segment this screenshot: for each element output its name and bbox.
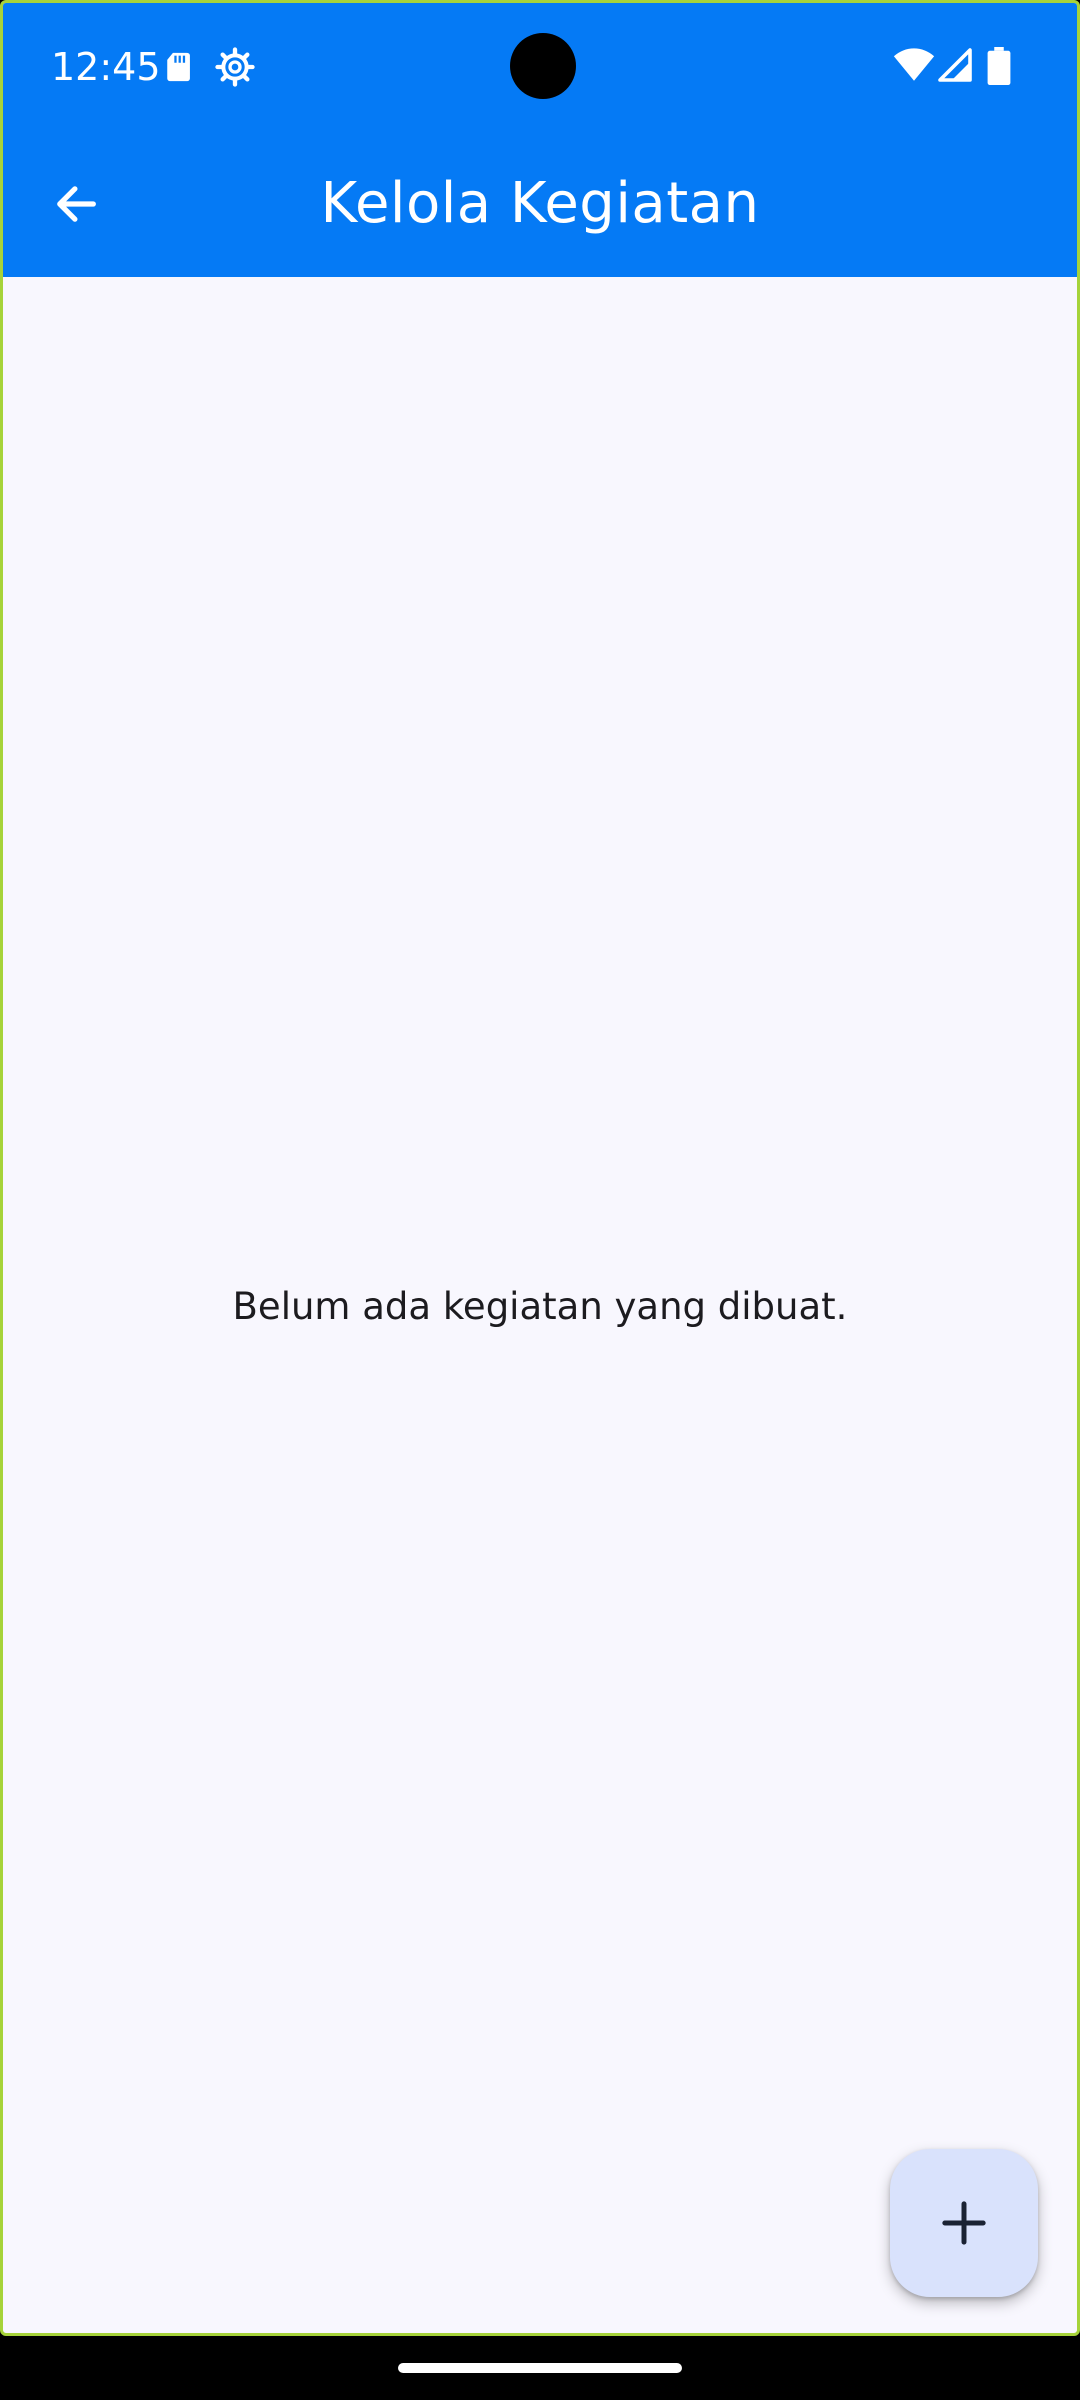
- gear-icon: [215, 47, 255, 87]
- status-time: 12:45: [51, 45, 161, 89]
- wifi-icon: [893, 48, 935, 81]
- sd-card-icon: [167, 52, 190, 82]
- empty-state-message: Belum ada kegiatan yang dibuat.: [232, 1285, 848, 1328]
- signal-icon: [938, 48, 972, 82]
- page-title: Kelola Kegiatan: [320, 171, 760, 236]
- app-screen: 12:45 Kelola Kegiatan Belum ada kegiatan…: [0, 0, 1080, 2336]
- battery-icon: [987, 47, 1011, 85]
- home-indicator[interactable]: [398, 2363, 682, 2373]
- app-bar: Kelola Kegiatan: [3, 131, 1077, 277]
- status-bar: 12:45: [3, 3, 1077, 131]
- arrow-left-icon: [57, 186, 96, 222]
- main-content: Belum ada kegiatan yang dibuat.: [3, 277, 1077, 2333]
- camera-cutout: [510, 33, 576, 99]
- add-activity-button[interactable]: [890, 2149, 1038, 2297]
- back-button[interactable]: [27, 155, 125, 253]
- plus-icon: [942, 2201, 986, 2245]
